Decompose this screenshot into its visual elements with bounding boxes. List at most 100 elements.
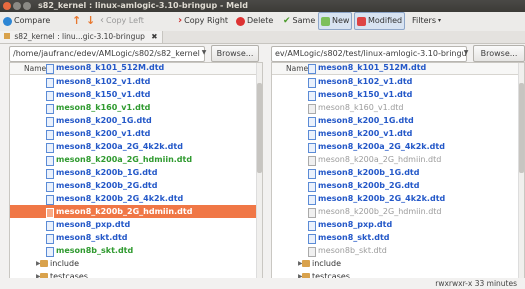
modified-icon (357, 16, 366, 26)
file-icon (308, 143, 316, 153)
tree-row[interactable]: meson8b_skt.dtd (272, 244, 524, 257)
tree-row[interactable]: meson8_pxp.dtd (10, 218, 262, 231)
tree-row-selected[interactable]: meson8_k200b_2G_hdmiin.dtd (10, 205, 262, 218)
tree-row[interactable]: meson8_k200b_2G.dtd (10, 179, 262, 192)
file-icon (308, 208, 316, 218)
tree-row[interactable]: meson8_k160_v1.dtd (10, 101, 262, 114)
tree-row[interactable]: meson8_k200_v1.dtd (10, 127, 262, 140)
tree-row[interactable]: meson8_k200_1G.dtd (10, 114, 262, 127)
tree-row[interactable]: meson8_k200a_2G_4k2k.dtd (272, 140, 524, 153)
copy-right-button[interactable]: › Copy Right (178, 13, 228, 29)
tree-row[interactable]: meson8b_skt.dtd (10, 244, 262, 257)
tree-row-partial[interactable]: meson8_k101_512M.dtd (272, 63, 524, 74)
window-title: s82_kernel : linux-amlogic-3.10-bringup … (38, 1, 248, 10)
folder-icon (40, 260, 48, 267)
tree-row-folder[interactable]: ▶ include (10, 257, 262, 270)
tree-row[interactable]: meson8_k150_v1.dtd (10, 88, 262, 101)
file-icon (308, 182, 316, 192)
minimize-window-icon[interactable] (13, 2, 21, 10)
tree-row-folder[interactable]: ▶ include (272, 257, 524, 270)
right-scrollbar[interactable] (518, 63, 524, 279)
file-icon (308, 169, 316, 179)
right-file-tree[interactable]: Name meson8_k101_512M.dtd meson8_k102_v1… (271, 62, 525, 280)
file-icon (46, 195, 54, 205)
tab-bar: s82_kernel : linu...gic-3.10-bringup ✖ (0, 31, 525, 44)
file-icon (46, 143, 54, 153)
left-scrollbar[interactable] (256, 63, 262, 279)
tree-row[interactable]: meson8_k200_1G.dtd (272, 114, 524, 127)
file-icon (308, 247, 316, 257)
new-icon (321, 16, 330, 26)
file-icon (308, 117, 316, 127)
left-path-field[interactable]: /home/jaufranc/edev/AMLogic/s802/s82_ker… (9, 46, 205, 62)
file-icon (46, 182, 54, 192)
left-path-dropdown[interactable]: ▼ (198, 46, 210, 60)
tree-row[interactable]: meson8_k200b_2G_4k2k.dtd (10, 192, 262, 205)
file-icon (308, 104, 316, 114)
file-icon (46, 91, 54, 101)
file-icon (308, 64, 316, 74)
tree-row[interactable]: meson8_k160_v1.dtd (272, 101, 524, 114)
file-icon (308, 156, 316, 166)
tree-row[interactable]: meson8_k200a_2G_hdmiin.dtd (272, 153, 524, 166)
compare-icon (3, 16, 12, 26)
file-icon (46, 104, 54, 114)
modified-toggle[interactable]: Modified (354, 12, 406, 30)
close-tab-icon[interactable]: ✖ (151, 32, 157, 41)
tree-row[interactable]: meson8_pxp.dtd (272, 218, 524, 231)
left-file-tree[interactable]: Name meson8_k101_512M.dtd meson8_k102_v1… (9, 62, 263, 280)
same-toggle[interactable]: ✔ Same (283, 13, 315, 29)
file-icon (46, 64, 54, 74)
maximize-window-icon[interactable] (23, 2, 31, 10)
tree-row[interactable]: meson8_skt.dtd (10, 231, 262, 244)
scroll-thumb[interactable] (519, 83, 524, 173)
file-icon (46, 247, 54, 257)
compare-button[interactable]: Compare (3, 13, 50, 29)
file-icon (46, 208, 54, 218)
down-arrow-button[interactable]: ↓ (86, 13, 95, 29)
up-arrow-button[interactable]: ↑ (72, 13, 81, 29)
chevron-down-icon: ▼ (201, 49, 207, 56)
file-icon (46, 130, 54, 140)
check-icon: ✔ (283, 16, 291, 26)
tree-row[interactable]: meson8_k102_v1.dtd (10, 75, 262, 88)
tree-row[interactable]: meson8_k200b_1G.dtd (10, 166, 262, 179)
chevron-down-icon: ▼ (463, 49, 469, 56)
tree-row[interactable]: meson8_k200b_2G_hdmiin.dtd (272, 205, 524, 218)
tree-row[interactable]: meson8_k200b_2G_4k2k.dtd (272, 192, 524, 205)
copy-left-button[interactable]: ‹ Copy Left (100, 13, 144, 29)
tree-row[interactable]: meson8_k102_v1.dtd (272, 75, 524, 88)
chevron-left-icon: ‹ (100, 15, 104, 26)
file-icon (308, 91, 316, 101)
file-icon (46, 117, 54, 127)
status-text: rwxrwxr-x 33 minutes (435, 279, 517, 288)
file-icon (46, 234, 54, 244)
left-browse-button[interactable]: Browse... (211, 45, 259, 62)
toolbar: Compare ↑ ↓ ‹ Copy Left › Copy Right Del… (0, 12, 525, 32)
tree-row[interactable]: meson8_k200_v1.dtd (272, 127, 524, 140)
file-icon (46, 221, 54, 231)
tab-s82-kernel[interactable]: s82_kernel : linu...gic-3.10-bringup ✖ (0, 31, 163, 43)
filters-menu[interactable]: Filters ▾ (412, 13, 441, 29)
right-path-dropdown[interactable]: ▼ (460, 46, 472, 60)
tree-row[interactable]: meson8_k200a_2G_4k2k.dtd (10, 140, 262, 153)
tree-row[interactable]: meson8_skt.dtd (272, 231, 524, 244)
file-icon (308, 78, 316, 88)
tree-row[interactable]: meson8_k200b_2G.dtd (272, 179, 524, 192)
file-icon (46, 169, 54, 179)
right-browse-button[interactable]: Browse... (473, 45, 525, 62)
tree-row[interactable]: meson8_k200a_2G_hdmiin.dtd (10, 153, 262, 166)
up-arrow-icon: ↑ (72, 14, 82, 27)
tree-row[interactable]: meson8_k200b_1G.dtd (272, 166, 524, 179)
chevron-down-icon: ▾ (437, 17, 441, 24)
tree-row[interactable]: meson8_k150_v1.dtd (272, 88, 524, 101)
file-icon (46, 156, 54, 166)
delete-button[interactable]: Delete (236, 13, 273, 29)
close-window-icon[interactable] (3, 2, 11, 10)
scroll-thumb[interactable] (257, 83, 262, 173)
right-path-field[interactable]: ev/AMLogic/s802/test/linux-amlogic-3.10-… (271, 46, 467, 62)
chevron-right-icon: › (178, 15, 183, 26)
tree-row-partial[interactable]: meson8_k101_512M.dtd (10, 63, 262, 74)
new-toggle[interactable]: New (318, 12, 353, 30)
file-icon (308, 195, 316, 205)
